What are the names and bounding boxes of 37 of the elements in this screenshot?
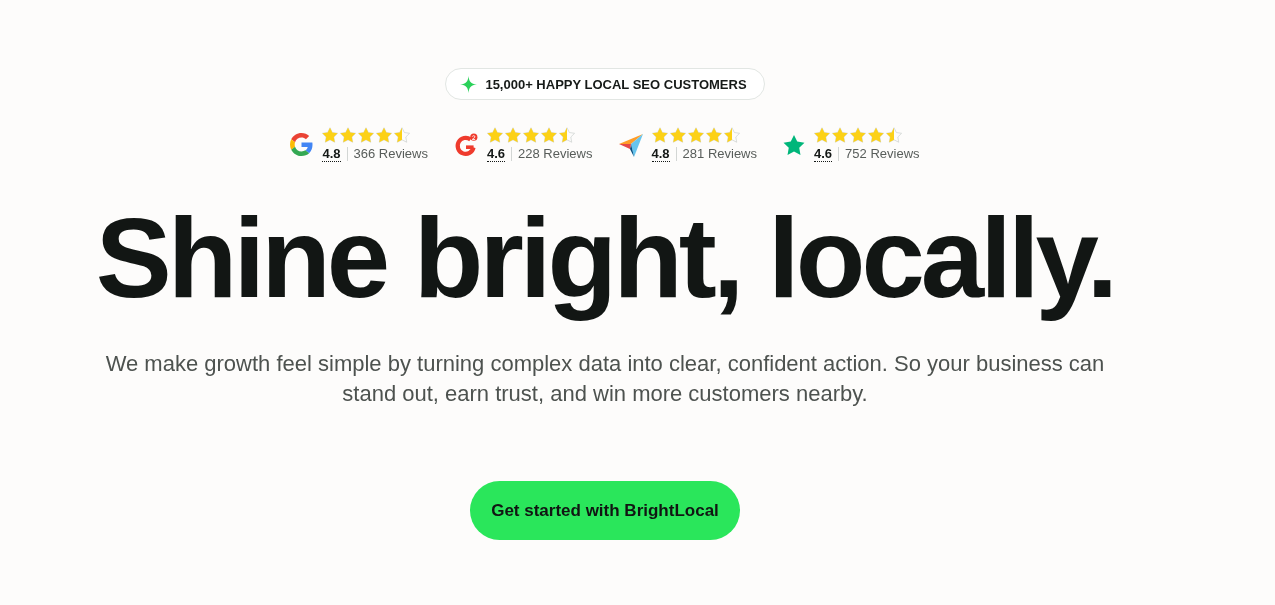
rating-star-icon xyxy=(394,127,411,143)
g-logo-icon xyxy=(290,133,314,156)
rating-star-icon xyxy=(868,127,884,143)
g2-logo-icon xyxy=(454,132,478,157)
rating-star-icon xyxy=(322,127,339,143)
rating-star-icon xyxy=(505,127,521,143)
paper-plane-icon xyxy=(618,132,643,157)
rating-star-icon xyxy=(705,127,722,143)
rating-star-icon xyxy=(687,127,704,143)
cta-button[interactable]: Get started with BrightLocal xyxy=(470,481,740,541)
rating-star-icon xyxy=(850,127,866,143)
rating-star-icon xyxy=(832,127,848,143)
rating-star-icon xyxy=(358,127,375,143)
badge-text: 15,000+ HAPPY LOCAL SEO CUSTOMERS xyxy=(485,76,747,92)
rating-star-icon xyxy=(340,127,357,143)
rating-star-icon xyxy=(723,127,740,143)
sparkle-icon xyxy=(460,75,478,93)
rating-star-icon xyxy=(814,127,830,143)
rating-score: 4.6 xyxy=(487,146,506,162)
review-count: 281 Reviews xyxy=(682,146,757,162)
review-count: 366 Reviews xyxy=(353,146,428,162)
rating-star-icon xyxy=(886,127,902,143)
review-count: 752 Reviews xyxy=(845,146,920,162)
rating-star-icon xyxy=(651,127,668,143)
review-count: 228 Reviews xyxy=(518,146,593,162)
rating-score: 4.6 xyxy=(814,146,833,162)
rating-star-icon xyxy=(541,127,557,143)
rating-star-icon xyxy=(376,127,393,143)
description: We make growth feel simple by turning complex data into clear, confident action. So your business can stand out, earn trust, and win more customers nearby. xyxy=(104,350,1106,409)
rating-star-icon xyxy=(669,127,686,143)
headline: Shine bright, locally. xyxy=(94,193,1116,323)
rating-star-icon xyxy=(487,127,503,143)
rating-star-icon xyxy=(523,127,539,143)
rating-score: 4.8 xyxy=(322,146,341,162)
star-logo-icon xyxy=(783,133,805,156)
rating-score: 4.8 xyxy=(651,146,670,162)
rating-star-icon xyxy=(559,127,575,143)
